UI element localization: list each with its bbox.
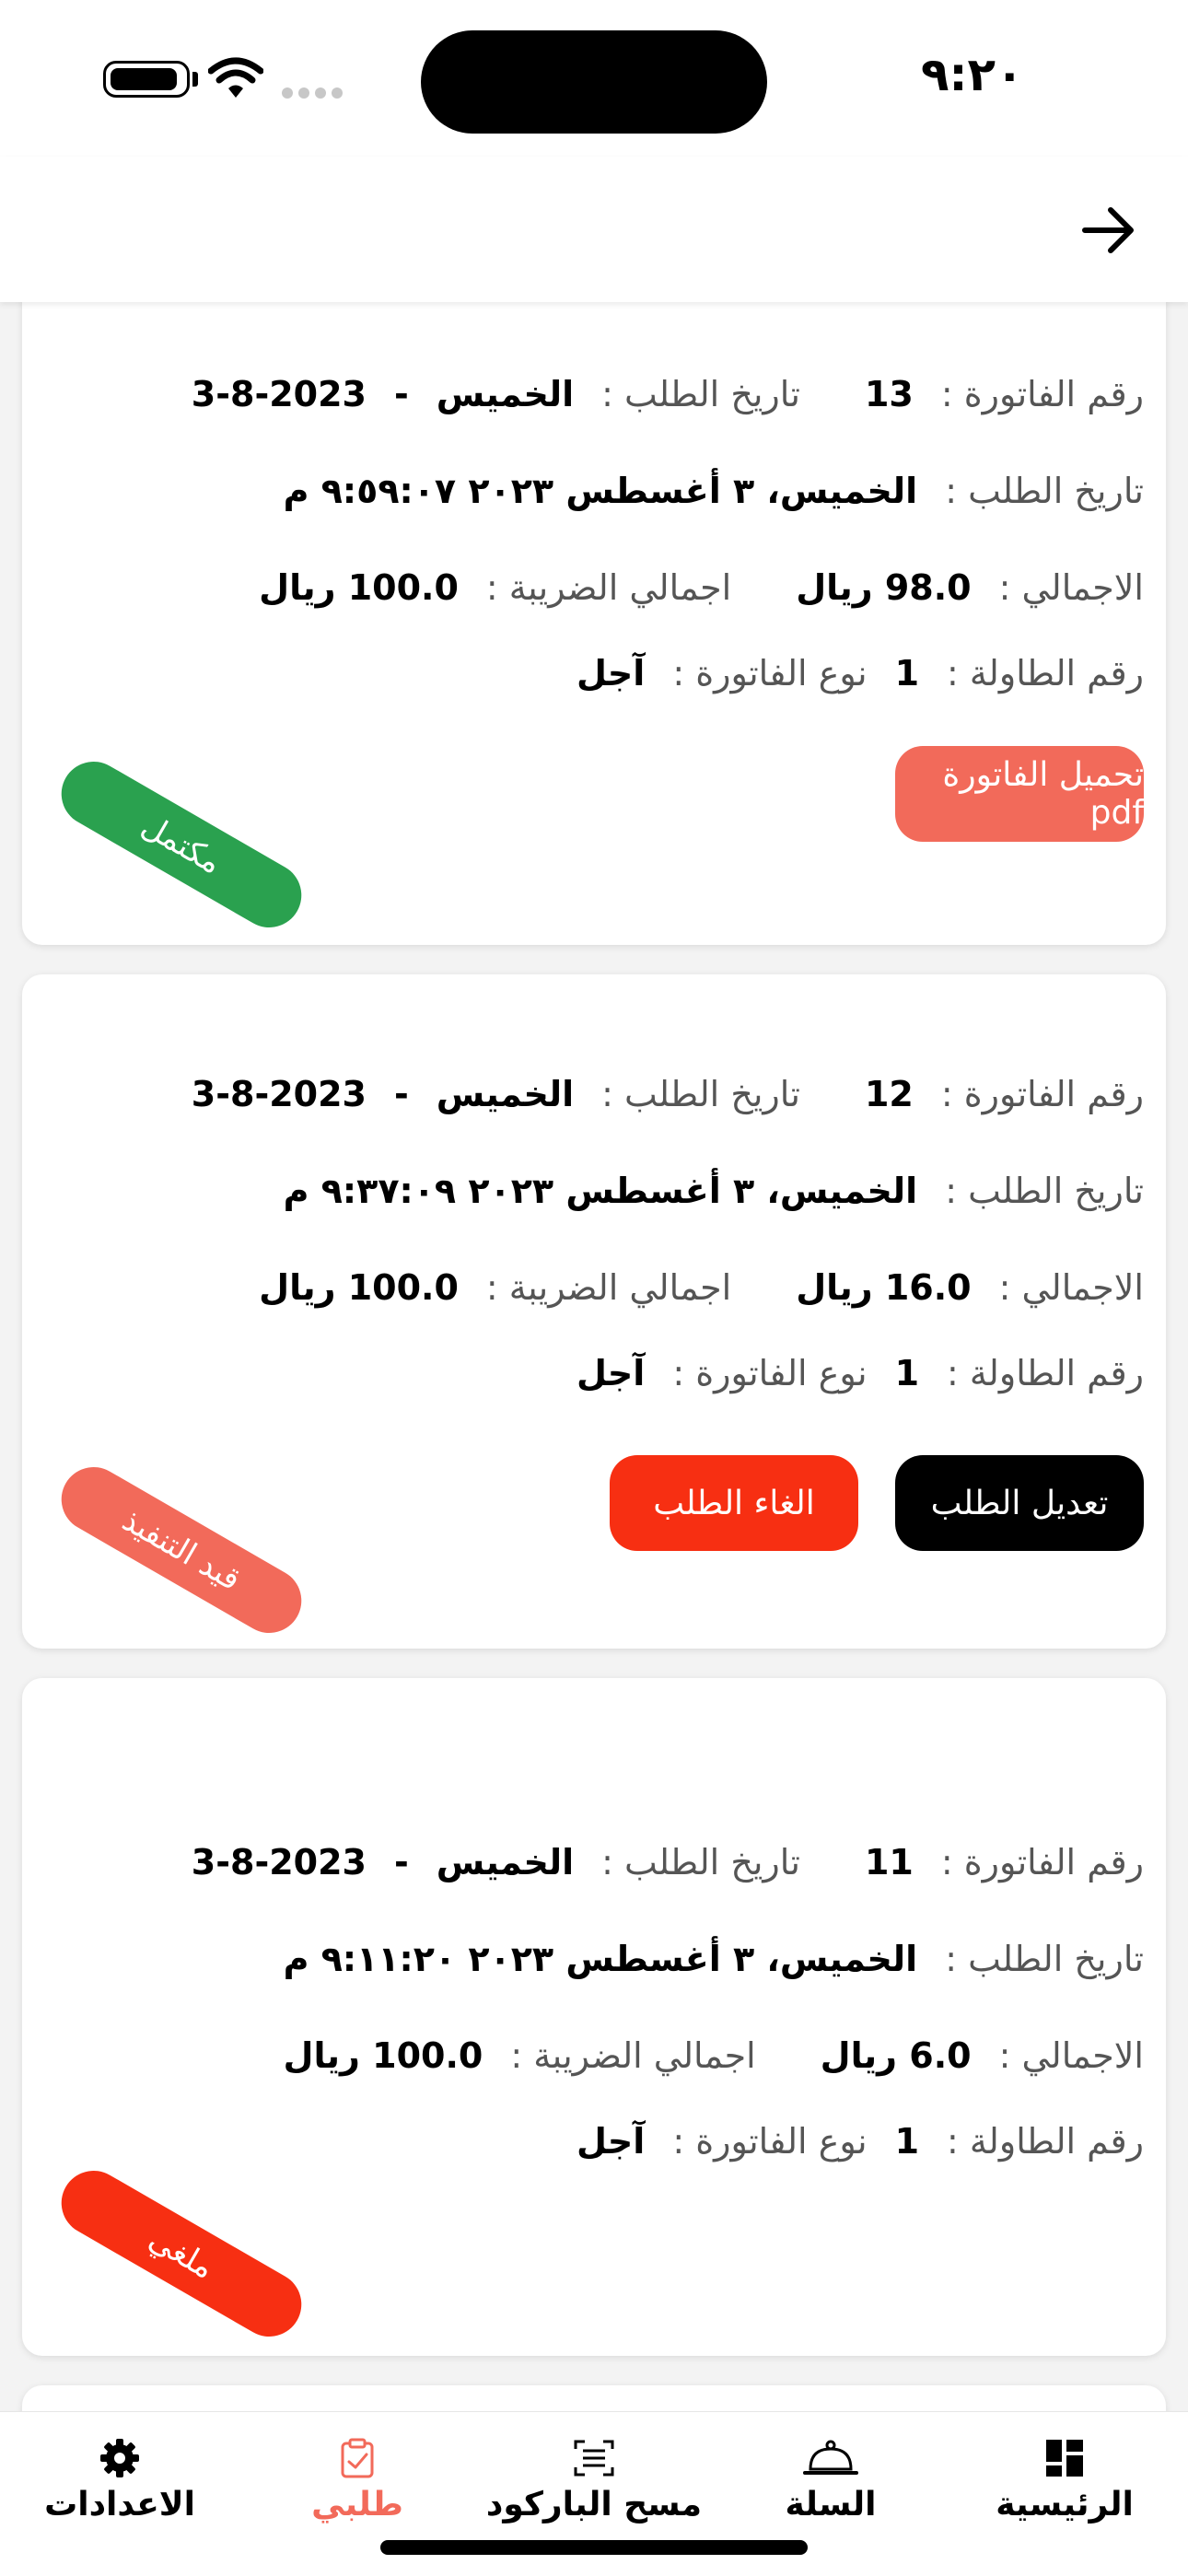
clipboard-check-icon xyxy=(341,2438,374,2478)
order-table-row: رقم الطاولة : 1 نوع الفاتورة : آجل xyxy=(577,1346,1144,1401)
invoice-type: آجل xyxy=(576,1353,646,1393)
tax-total-value: 100.0 ريال xyxy=(283,2035,483,2076)
dynamic-island xyxy=(421,30,767,134)
order-card: رقم الفاتورة : 12 تاريخ الطلب : الخميس -… xyxy=(22,974,1166,1649)
invoice-type-label: نوع الفاتورة : xyxy=(672,653,868,694)
order-header-row: رقم الفاتورة : 11 تاريخ الطلب : الخميس -… xyxy=(192,1835,1144,1890)
app-bar xyxy=(0,157,1188,302)
table-number-label: رقم الطاولة : xyxy=(947,2121,1144,2162)
wifi-icon xyxy=(208,57,263,98)
total-label: الاجمالي : xyxy=(998,1267,1144,1308)
nav-item-label: مسح الباركود xyxy=(485,2486,703,2524)
total-value: 16.0 ريال xyxy=(796,1267,972,1308)
order-date: 3-8-2023 xyxy=(191,374,367,414)
total-label: الاجمالي : xyxy=(998,2035,1144,2076)
download-invoice-pdf-button[interactable]: تحميل الفاتورة pdf xyxy=(895,746,1144,842)
order-date: 3-8-2023 xyxy=(191,1074,367,1114)
cancel-order-button[interactable]: الغاء الطلب xyxy=(610,1455,858,1551)
order-header-row: رقم الفاتورة : 13 تاريخ الطلب : الخميس -… xyxy=(192,367,1144,422)
nav-item-label: الرئيسية xyxy=(996,2486,1134,2524)
table-number-label: رقم الطاولة : xyxy=(947,653,1144,694)
invoice-type-label: نوع الفاتورة : xyxy=(672,1353,868,1393)
barcode-scan-icon xyxy=(574,2440,614,2477)
order-datetime: الخميس، ٣ أغسطس ٢٠٢٣ ٩:٥٩:٠٧ م xyxy=(283,471,918,511)
nav-item-home[interactable]: الرئيسية xyxy=(954,2438,1175,2524)
nav-item-label: الاعدادات xyxy=(44,2486,195,2524)
order-datetime-label: تاريخ الطلب : xyxy=(945,1939,1144,1979)
date-separator: - xyxy=(393,374,409,414)
orders-list[interactable]: رقم الفاتورة : 13 تاريخ الطلب : الخميس -… xyxy=(0,302,1188,2411)
order-datetime-row: تاريخ الطلب : الخميس، ٣ أغسطس ٢٠٢٣ ٩:٣٧:… xyxy=(284,1163,1144,1218)
order-card-partial xyxy=(22,2385,1166,2411)
table-number: 1 xyxy=(894,1353,920,1393)
status-badge: ملغي xyxy=(49,2159,314,2349)
total-label: الاجمالي : xyxy=(998,567,1144,608)
status-badge: قيد التنفيذ xyxy=(49,1455,314,1645)
total-value: 6.0 ريال xyxy=(820,2035,972,2076)
nav-item-barcode-scan[interactable]: مسح الباركود xyxy=(483,2438,705,2524)
tax-total-value: 100.0 ريال xyxy=(259,567,459,608)
table-number: 1 xyxy=(894,653,920,694)
battery-icon xyxy=(103,61,190,98)
order-weekday: الخميس xyxy=(436,1074,575,1114)
order-datetime-label: تاريخ الطلب : xyxy=(945,1171,1144,1211)
nav-item-cart[interactable]: السلة xyxy=(720,2438,941,2524)
edit-order-button[interactable]: تعديل الطلب xyxy=(895,1455,1144,1551)
date-separator: - xyxy=(393,1842,409,1882)
cloche-icon xyxy=(803,2440,858,2475)
back-arrow-icon[interactable] xyxy=(1076,197,1142,263)
home-indicator xyxy=(380,2540,808,2555)
order-datetime: الخميس، ٣ أغسطس ٢٠٢٣ ٩:٣٧:٠٩ م xyxy=(283,1171,918,1211)
tax-total-label: اجمالي الضريبة : xyxy=(485,567,732,608)
order-totals-row: الاجمالي : 16.0 ريال اجمالي الضريبة : 10… xyxy=(259,1260,1144,1315)
invoice-number-label: رقم الفاتورة : xyxy=(940,1842,1144,1882)
cellular-signal-icon xyxy=(282,85,348,102)
table-number-label: رقم الطاولة : xyxy=(947,1353,1144,1393)
order-weekday: الخميس xyxy=(436,1842,575,1882)
order-weekday: الخميس xyxy=(436,374,575,414)
invoice-number-label: رقم الفاتورة : xyxy=(940,1074,1144,1114)
invoice-number: 12 xyxy=(864,1074,914,1114)
order-card: رقم الفاتورة : 13 تاريخ الطلب : الخميس -… xyxy=(22,302,1166,945)
order-date-label: تاريخ الطلب : xyxy=(601,1842,800,1882)
invoice-type-label: نوع الفاتورة : xyxy=(672,2121,868,2162)
order-totals-row: الاجمالي : 98.0 ريال اجمالي الضريبة : 10… xyxy=(259,560,1144,615)
tax-total-value: 100.0 ريال xyxy=(259,1267,459,1308)
invoice-number-label: رقم الفاتورة : xyxy=(940,374,1144,414)
tax-total-label: اجمالي الضريبة : xyxy=(485,1267,732,1308)
nav-item-settings[interactable]: الاعدادات xyxy=(9,2438,230,2524)
date-separator: - xyxy=(393,1074,409,1114)
status-badge: مكتمل xyxy=(49,750,314,939)
order-table-row: رقم الطاولة : 1 نوع الفاتورة : آجل xyxy=(577,646,1144,701)
status-time: ٩:٢٠ xyxy=(921,48,1024,101)
nav-item-label: السلة xyxy=(785,2486,877,2524)
order-datetime: الخميس، ٣ أغسطس ٢٠٢٣ ٩:١١:٢٠ م xyxy=(283,1939,918,1979)
order-totals-row: الاجمالي : 6.0 ريال اجمالي الضريبة : 100… xyxy=(284,2028,1144,2083)
gear-icon xyxy=(100,2439,139,2477)
order-datetime-label: تاريخ الطلب : xyxy=(945,471,1144,511)
order-datetime-row: تاريخ الطلب : الخميس، ٣ أغسطس ٢٠٢٣ ٩:٥٩:… xyxy=(284,463,1144,519)
order-date: 3-8-2023 xyxy=(191,1842,367,1882)
invoice-number: 11 xyxy=(864,1842,914,1882)
order-header-row: رقم الفاتورة : 12 تاريخ الطلب : الخميس -… xyxy=(192,1067,1144,1122)
tax-total-label: اجمالي الضريبة : xyxy=(510,2035,756,2076)
order-card: رقم الفاتورة : 11 تاريخ الطلب : الخميس -… xyxy=(22,1678,1166,2356)
status-bar: ٩:٢٠ xyxy=(0,0,1188,157)
invoice-type: آجل xyxy=(576,653,646,694)
nav-item-label: طلبي xyxy=(311,2486,403,2524)
invoice-number: 13 xyxy=(864,374,914,414)
battery-tip xyxy=(192,72,198,87)
order-table-row: رقم الطاولة : 1 نوع الفاتورة : آجل xyxy=(577,2114,1144,2169)
table-number: 1 xyxy=(894,2121,920,2162)
dashboard-icon xyxy=(1046,2440,1083,2477)
nav-item-my-orders[interactable]: طلبي xyxy=(247,2438,468,2524)
order-datetime-row: تاريخ الطلب : الخميس، ٣ أغسطس ٢٠٢٣ ٩:١١:… xyxy=(284,1931,1144,1987)
order-date-label: تاريخ الطلب : xyxy=(601,374,800,414)
invoice-type: آجل xyxy=(576,2121,646,2162)
order-date-label: تاريخ الطلب : xyxy=(601,1074,800,1114)
total-value: 98.0 ريال xyxy=(796,567,972,608)
